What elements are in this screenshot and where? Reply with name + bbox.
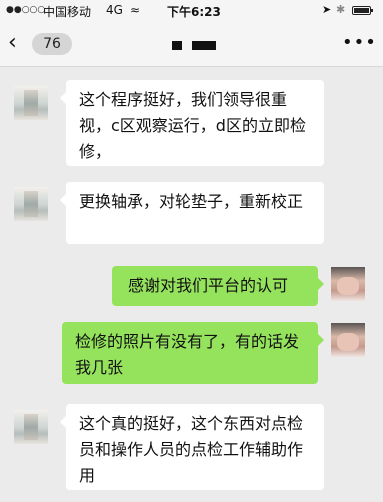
user-avatar[interactable]	[331, 267, 365, 301]
contact-avatar[interactable]	[14, 187, 48, 221]
outgoing-message: 感谢对我们平台的认可	[112, 266, 324, 306]
contact-avatar[interactable]	[14, 410, 48, 444]
incoming-message: 这个真的挺好，这个东西对点检员和操作人员的点检工作辅助作用	[60, 404, 324, 490]
chat-title-redacted	[172, 41, 216, 50]
message-text: 这个真的挺好，这个东西对点检员和操作人员的点检工作辅助作用	[79, 414, 304, 485]
chat-header: ‹ 76 •••	[0, 22, 383, 67]
incoming-message: 更换轴承，对轮垫子，重新校正	[60, 182, 324, 244]
outgoing-message: 检修的照片有没有了，有的话发我几张	[62, 322, 324, 384]
battery-icon	[352, 6, 373, 15]
carrier-name: 中国移动	[43, 5, 92, 19]
wifi-icon: ≈	[130, 3, 141, 17]
message-text: 感谢对我们平台的认可	[128, 276, 289, 295]
location-icon: ➤	[322, 3, 332, 16]
signal-strength-icon: ●●○○○	[6, 5, 46, 15]
network-type: 4G	[106, 3, 123, 17]
incoming-message: 这个程序挺好，我们领导很重视，c区观察运行，d区的立即检修，	[60, 80, 324, 166]
status-bar: ●●○○○ 中国移动 4G ≈ 下午6:23 ➤ ✱	[0, 0, 383, 22]
status-time: 下午6:23	[167, 5, 221, 19]
back-button[interactable]: ‹	[8, 32, 17, 54]
contact-avatar[interactable]	[14, 86, 48, 120]
message-text: 这个程序挺好，我们领导很重视，c区观察运行，d区的立即检修，	[79, 90, 306, 161]
message-text: 检修的照片有没有了，有的话发我几张	[75, 332, 300, 377]
message-text: 更换轴承，对轮垫子，重新校正	[79, 192, 304, 211]
unread-count-badge[interactable]: 76	[32, 33, 72, 55]
bluetooth-icon: ✱	[336, 3, 346, 16]
user-avatar[interactable]	[331, 323, 365, 357]
more-options-icon[interactable]: •••	[342, 32, 377, 53]
